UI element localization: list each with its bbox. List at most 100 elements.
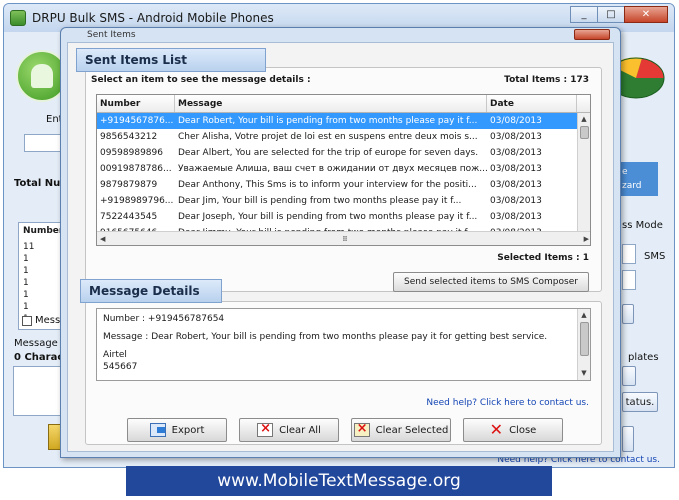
detail-code: 545667 [103,362,138,372]
clear-all-label: Clear All [279,424,321,436]
cell-number: +9194567876... [100,116,174,126]
export-icon [149,423,166,437]
cell-message: Dear Robert, Your bill is pending from t… [178,116,478,126]
wizard-line-2: zard [622,181,642,191]
number-list-item: 1 [23,278,29,288]
number-list-item: 11 [23,242,35,252]
close-button[interactable]: ✕ Close [463,418,563,442]
maximize-button[interactable]: □ [597,6,625,23]
clear-selected-label: Clear Selected [375,424,449,436]
wizard-panel[interactable]: e zard [620,162,658,196]
cell-number: 09598989896 [100,148,163,158]
export-label: Export [171,424,205,436]
export-button[interactable]: Export [127,418,227,442]
status-button[interactable]: tatus. [622,392,658,412]
details-scroll-thumb[interactable] [580,322,589,356]
table-vertical-scrollbar[interactable]: ▲ [577,113,590,245]
table-row[interactable]: 9879879879 Dear Anthony, This Sms is to i… [97,177,590,193]
selected-items-count: Selected Items : 1 [497,253,589,263]
mode-select[interactable] [622,244,636,264]
dialog-content: Select an item to see the message detail… [67,42,614,452]
cell-number: 7522443545 [100,212,158,222]
cell-message: Dear Jim, Your bill is pending from two … [178,196,462,206]
cell-date: 03/08/2013 [490,196,542,206]
website-banner: www.MobileTextMessage.org [126,466,552,496]
templates-label: plates [628,352,659,363]
secondary-select[interactable] [622,270,636,290]
scroll-up-icon[interactable]: ▲ [578,113,590,126]
scroll-left-icon[interactable]: ◀ [100,235,105,243]
column-message[interactable]: Message [175,95,487,112]
send-to-composer-button[interactable]: Send selected items to SMS Composer [393,272,589,292]
number-list-item: 1 [23,254,29,264]
cell-message: Cher Alisha, Votre projet de loi est en … [178,132,478,142]
number-list-item: 1 [23,290,29,300]
details-scroll-up-icon[interactable]: ▲ [578,309,590,322]
sent-items-table[interactable]: Number Message Date +9194567876... Dear R… [96,94,591,246]
table-row[interactable]: 09598989896 Dear Albert, You are selected… [97,145,590,161]
number-list-item: 1 [23,302,29,312]
side-button[interactable] [622,304,634,324]
wizard-line-1: e [622,167,628,177]
templates-button[interactable] [622,366,636,386]
scroll-right-icon[interactable]: ▶ [584,235,589,243]
cell-number: 9879879879 [100,180,158,190]
table-body: +9194567876... Dear Robert, Your bill is … [97,113,590,245]
cell-date: 03/08/2013 [490,212,542,222]
close-window-button[interactable]: ✕ [624,6,668,23]
table-row[interactable]: +9194567876... Dear Robert, Your bill is … [97,113,590,129]
detail-message: Message : Dear Robert, Your bill is pend… [103,332,548,342]
detail-number: Number : +919456787654 [103,314,225,324]
clear-selected-button[interactable]: Clear Selected [351,418,451,442]
cell-date: 03/08/2013 [490,180,542,190]
cell-number: 9856543212 [100,132,158,142]
cell-date: 03/08/2013 [490,164,542,174]
message-details-box[interactable]: Number : +919456787654 Message : Dear Ro… [96,308,591,381]
message-details-title: Message Details [80,279,222,303]
sent-items-list-title: Sent Items List [76,48,266,72]
table-row[interactable]: +9198989796... Dear Jim, Your bill is pen… [97,193,590,209]
cell-number: +9198989796... [100,196,174,206]
help-link[interactable]: Need help? Click here to contact us. [426,398,589,408]
close-icon: ✕ [489,420,504,439]
clear-all-icon [257,421,274,437]
total-items-count: Total Items : 173 [504,75,589,85]
number-list-header: Number [23,226,64,236]
select-hint: Select an item to see the message detail… [91,75,311,85]
message-checkbox[interactable] [22,316,32,326]
cell-date: 03/08/2013 [490,148,542,158]
table-row[interactable]: 7522443545 Dear Joseph, Your bill is pend… [97,209,590,225]
column-date[interactable]: Date [487,95,577,112]
number-list[interactable]: Number 11 1 1 1 1 1 1 [18,222,66,330]
cell-date: 03/08/2013 [490,132,542,142]
message-text-area[interactable] [13,366,67,416]
minimize-button[interactable]: _ [570,6,598,23]
sms-label: SMS [644,251,666,262]
message-details-group: Number : +919456787654 Message : Dear Ro… [85,301,602,445]
side-action-button[interactable] [622,426,634,452]
number-list-item: 1 [23,266,29,276]
table-header: Number Message Date [97,95,590,113]
column-number[interactable]: Number [97,95,175,112]
scroll-thumb[interactable] [580,126,589,139]
cell-message: Dear Anthony, This Sms is to inform your… [178,180,477,190]
window-title: DRPU Bulk SMS - Android Mobile Phones [32,11,274,25]
table-row[interactable]: 9856543212 Cher Alisha, Votre projet de l… [97,129,590,145]
cell-date: 03/08/2013 [490,116,542,126]
table-horizontal-scrollbar[interactable]: ◀ ⁞⁞⁞ ▶ [97,231,590,245]
dialog-close-button[interactable] [574,29,610,40]
details-scrollbar[interactable]: ▲ ▼ [577,309,590,380]
close-label: Close [509,424,537,436]
detail-carrier: Airtel [103,350,127,360]
details-scroll-down-icon[interactable]: ▼ [578,367,590,380]
cell-message: Уважаемые Алиша, ваш счет в ожидании от … [178,164,487,174]
cell-message: Dear Albert, You are selected for the tr… [178,148,479,158]
table-row[interactable]: 00919878786... Уважаемые Алиша, ваш счет … [97,161,590,177]
sent-items-group: Select an item to see the message detail… [85,67,602,292]
window-controls: _ □ ✕ [570,6,668,23]
scroll-grip-icon: ⁞⁞⁞ [342,234,348,243]
dialog-title: Sent Items [87,30,136,40]
mode-label: ss Mode [622,220,663,231]
clear-all-button[interactable]: Clear All [239,418,339,442]
cell-number: 00919878786... [100,164,172,174]
